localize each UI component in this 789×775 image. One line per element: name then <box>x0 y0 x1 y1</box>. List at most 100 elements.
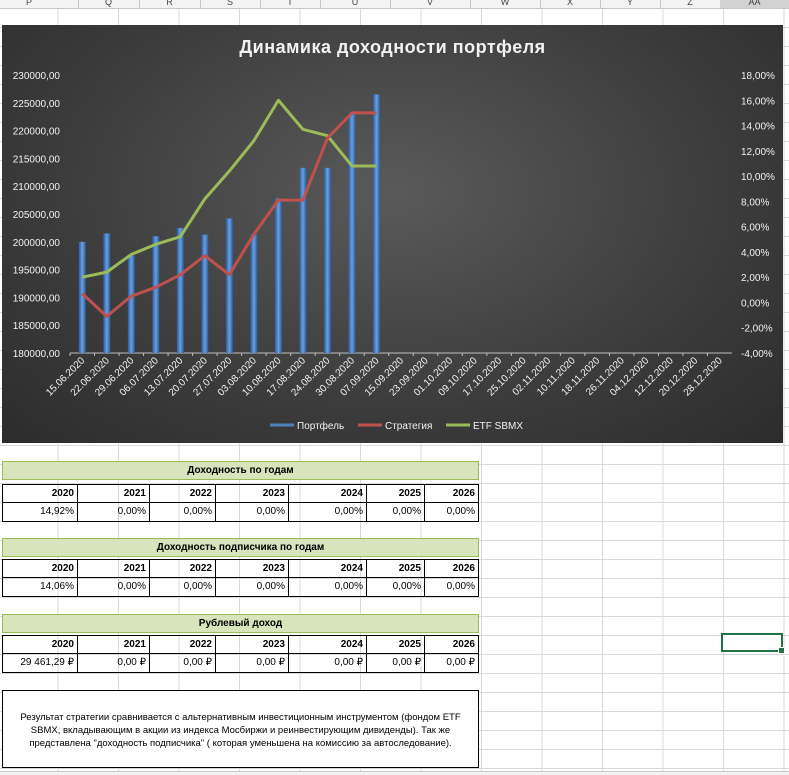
value-cell[interactable]: 0,00 ₽ <box>425 654 479 673</box>
year-cell[interactable]: 2020 <box>2 484 78 503</box>
value-cell[interactable]: 14,06% <box>2 578 78 597</box>
y-right-tick-label: 8,00% <box>741 197 769 208</box>
note-line: Результат стратегии сравнивается с альте… <box>20 712 461 723</box>
value-cell[interactable]: 0,00 ₽ <box>78 654 150 673</box>
value-cell[interactable]: 0,00% <box>289 503 367 522</box>
y-left-tick-label: 200000,00 <box>13 238 61 249</box>
column-header-t[interactable]: T <box>260 0 321 8</box>
y-left-tick-label: 180000,00 <box>13 349 61 360</box>
year-cell[interactable]: 2026 <box>425 559 479 578</box>
year-cell[interactable]: 2025 <box>367 484 425 503</box>
portfolio-bar <box>103 233 111 353</box>
legend-strategy-label: Стратегия <box>385 421 432 432</box>
year-cell[interactable]: 2024 <box>289 484 367 503</box>
table-title: Доходность по годам <box>2 461 479 480</box>
year-cell[interactable]: 2026 <box>425 484 479 503</box>
y-left-tick-label: 210000,00 <box>13 182 61 193</box>
portfolio-bar <box>225 218 233 353</box>
value-cell[interactable]: 0,00 ₽ <box>150 654 216 673</box>
year-cell[interactable]: 2021 <box>78 559 150 578</box>
y-right-tick-label: 0,00% <box>741 298 769 309</box>
year-cell[interactable]: 2023 <box>216 484 289 503</box>
column-header-y[interactable]: Y <box>600 0 661 8</box>
chart-plot: 180000,00 185000,00 190000,00 195000,00 2000… <box>13 71 775 432</box>
y-left-tick-label: 205000,00 <box>13 210 61 221</box>
column-header-s[interactable]: S <box>200 0 261 8</box>
y-left-tick-label: 190000,00 <box>13 293 61 304</box>
value-cell[interactable]: 0,00% <box>216 578 289 597</box>
value-row: 14,06% 0,00% 0,00% 0,00% 0,00% 0,00% 0,00% <box>2 578 479 597</box>
value-row: 29 461,29 ₽0,00 ₽0,00 ₽0,00 ₽0,00 ₽0,00 … <box>2 654 479 673</box>
table-title: Доходность подписчика по годам <box>2 538 479 557</box>
legend-portfolio-label: Портфель <box>297 420 344 432</box>
y-right-tick-label: -4,00% <box>741 349 773 360</box>
year-header-row: 2020 2021 2022 2023 2024 2025 2026 <box>2 484 479 503</box>
portfolio-bar <box>323 167 331 353</box>
year-cell[interactable]: 2024 <box>289 635 367 654</box>
column-header-z[interactable]: Z <box>660 0 721 8</box>
year-cell[interactable]: 2021 <box>78 484 150 503</box>
year-cell[interactable]: 2025 <box>367 559 425 578</box>
value-cell[interactable]: 0,00% <box>367 503 425 522</box>
portfolio-bar <box>372 94 380 354</box>
column-header-x[interactable]: X <box>540 0 601 8</box>
value-cell[interactable]: 0,00% <box>289 578 367 597</box>
legend-etf-label: ETF SBMX <box>473 421 523 432</box>
portfolio-bar <box>176 227 184 353</box>
value-cell[interactable]: 0,00% <box>150 578 216 597</box>
column-header-r[interactable]: R <box>139 0 201 8</box>
year-cell[interactable]: 2022 <box>150 635 216 654</box>
portfolio-bar <box>274 198 282 353</box>
column-header-p[interactable]: P <box>0 0 79 8</box>
column-header-v[interactable]: V <box>390 0 471 8</box>
value-cell[interactable]: 29 461,29 ₽ <box>2 654 78 673</box>
value-cell[interactable]: 0,00% <box>216 503 289 522</box>
year-cell[interactable]: 2023 <box>216 559 289 578</box>
portfolio-bar <box>348 113 356 353</box>
value-cell[interactable]: 0,00% <box>150 503 216 522</box>
y-right-tick-label: 10,00% <box>741 172 775 183</box>
value-cell[interactable]: 0,00% <box>367 578 425 597</box>
y-left-tick-label: 215000,00 <box>13 154 61 165</box>
year-cell[interactable]: 2020 <box>2 635 78 654</box>
year-cell[interactable]: 2024 <box>289 559 367 578</box>
value-cell[interactable]: 0,00 ₽ <box>367 654 425 673</box>
column-header-u[interactable]: U <box>320 0 391 8</box>
table-title: Рублевый доход <box>2 614 479 633</box>
year-header-row: 2020 2021 2022 2023 2024 2025 2026 <box>2 559 479 578</box>
year-cell[interactable]: 2020 <box>2 559 78 578</box>
year-cell[interactable]: 2021 <box>78 635 150 654</box>
value-cell[interactable]: 14,92% <box>2 503 78 522</box>
active-cell[interactable] <box>721 633 785 654</box>
value-row: 14,92% 0,00% 0,00% 0,00% 0,00% 0,00% 0,00% <box>2 503 479 522</box>
y-right-tick-label: 6,00% <box>741 223 769 234</box>
column-header-aa[interactable]: AA <box>720 0 789 8</box>
y-left-tick-label: 195000,00 <box>13 266 61 277</box>
y-right-tick-label: 4,00% <box>741 248 769 259</box>
value-cell[interactable]: 0,00% <box>425 503 479 522</box>
value-cell[interactable]: 0,00 ₽ <box>289 654 367 673</box>
year-cell[interactable]: 2022 <box>150 559 216 578</box>
column-headers: P Q R S T U V W X Y Z AA <box>0 0 789 9</box>
y-right-tick-label: 14,00% <box>741 122 775 133</box>
year-cell[interactable]: 2025 <box>367 635 425 654</box>
year-cell[interactable]: 2022 <box>150 484 216 503</box>
column-header-q[interactable]: Q <box>78 0 140 8</box>
value-cell[interactable]: 0,00% <box>425 578 479 597</box>
column-header-w[interactable]: W <box>470 0 541 8</box>
value-cell[interactable]: 0,00 ₽ <box>216 654 289 673</box>
y-left-tick-label: 225000,00 <box>13 99 61 110</box>
portfolio-bar <box>201 234 209 353</box>
y-right-tick-label: 18,00% <box>741 71 775 82</box>
year-header-row: 2020 2021 2022 2023 2024 2025 2026 <box>2 635 479 654</box>
y-left-tick-label: 220000,00 <box>13 127 61 138</box>
year-cell[interactable]: 2026 <box>425 635 479 654</box>
y-left-tick-label: 185000,00 <box>13 321 61 332</box>
year-cell[interactable]: 2023 <box>216 635 289 654</box>
value-cell[interactable]: 0,00% <box>78 578 150 597</box>
y-left-tick-label: 230000,00 <box>13 71 61 82</box>
y-right-tick-label: 16,00% <box>741 96 775 107</box>
portfolio-chart[interactable]: Динамика доходности портфеля 180000,00 18… <box>2 25 783 443</box>
value-cell[interactable]: 0,00% <box>78 503 150 522</box>
y-right-tick-label: 2,00% <box>741 273 769 284</box>
